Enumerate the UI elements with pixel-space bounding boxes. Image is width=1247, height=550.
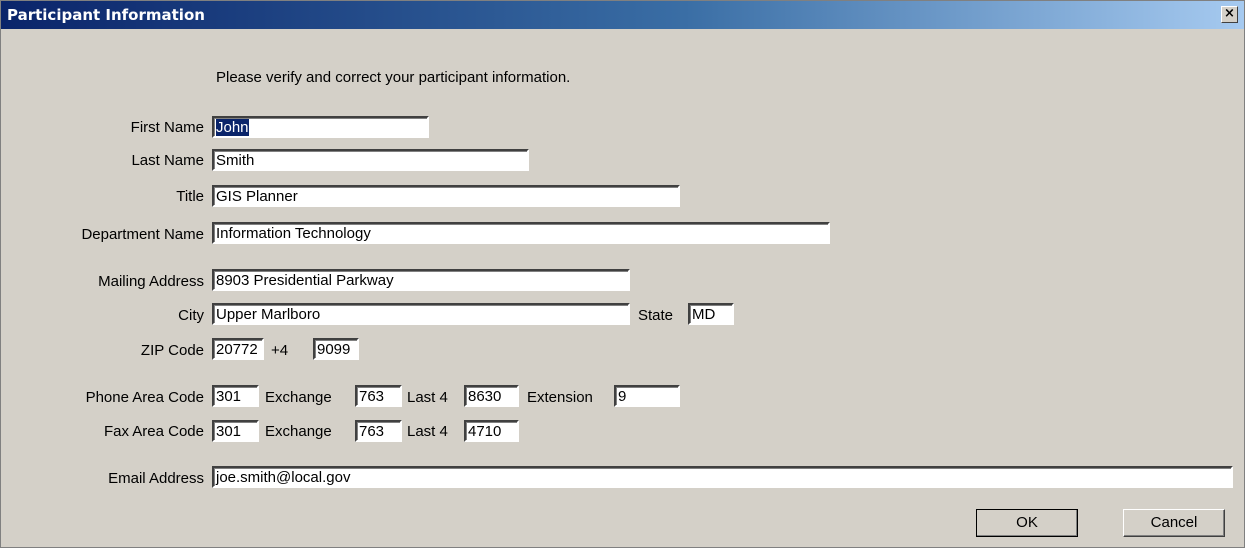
first-name-value: John: [216, 119, 249, 136]
zip-field[interactable]: 20772: [212, 338, 264, 360]
zip4-label: +4: [271, 342, 289, 359]
mailing-address-field[interactable]: 8903 Presidential Parkway: [212, 269, 630, 291]
last-name-label: Last Name: [131, 152, 204, 169]
window-title: Participant Information: [7, 6, 205, 24]
phone-extension-label: Extension: [527, 389, 593, 406]
fax-area-field[interactable]: 301: [212, 420, 259, 442]
city-field[interactable]: Upper Marlboro: [212, 303, 630, 325]
phone-extension-field[interactable]: 9: [614, 385, 680, 407]
mailing-address-label: Mailing Address: [98, 273, 204, 290]
zip-label: ZIP Code: [140, 342, 204, 359]
zip4-field[interactable]: 9099: [313, 338, 359, 360]
phone-exchange-label: Exchange: [265, 389, 332, 406]
fax-exchange-label: Exchange: [265, 423, 332, 440]
state-field[interactable]: MD: [688, 303, 734, 325]
close-icon[interactable]: ×: [1221, 6, 1238, 23]
department-field[interactable]: Information Technology: [212, 222, 830, 244]
title-field[interactable]: GIS Planner: [212, 185, 680, 207]
title-label: Title: [176, 188, 204, 205]
cancel-button[interactable]: Cancel: [1123, 509, 1225, 537]
state-label: State: [638, 307, 674, 324]
intro-text: Please verify and correct your participa…: [216, 69, 571, 86]
title-bar[interactable]: Participant Information ×: [1, 1, 1244, 29]
phone-area-label: Phone Area Code: [85, 389, 204, 406]
email-field[interactable]: joe.smith@local.gov: [212, 466, 1233, 488]
fax-last4-field[interactable]: 4710: [464, 420, 519, 442]
fax-exchange-field[interactable]: 763: [355, 420, 402, 442]
participant-info-dialog: Participant Information × Please verify …: [0, 0, 1245, 548]
phone-area-field[interactable]: 301: [212, 385, 259, 407]
first-name-label: First Name: [130, 119, 204, 136]
city-label: City: [178, 307, 204, 324]
phone-last4-field[interactable]: 8630: [464, 385, 519, 407]
fax-area-label: Fax Area Code: [103, 423, 204, 440]
fax-last4-label: Last 4: [407, 423, 448, 440]
ok-button[interactable]: OK: [976, 509, 1078, 537]
phone-last4-label: Last 4: [407, 389, 448, 406]
phone-exchange-field[interactable]: 763: [355, 385, 402, 407]
first-name-field[interactable]: John: [212, 116, 429, 138]
department-label: Department Name: [81, 226, 204, 243]
email-label: Email Address: [108, 470, 204, 487]
last-name-field[interactable]: Smith: [212, 149, 529, 171]
